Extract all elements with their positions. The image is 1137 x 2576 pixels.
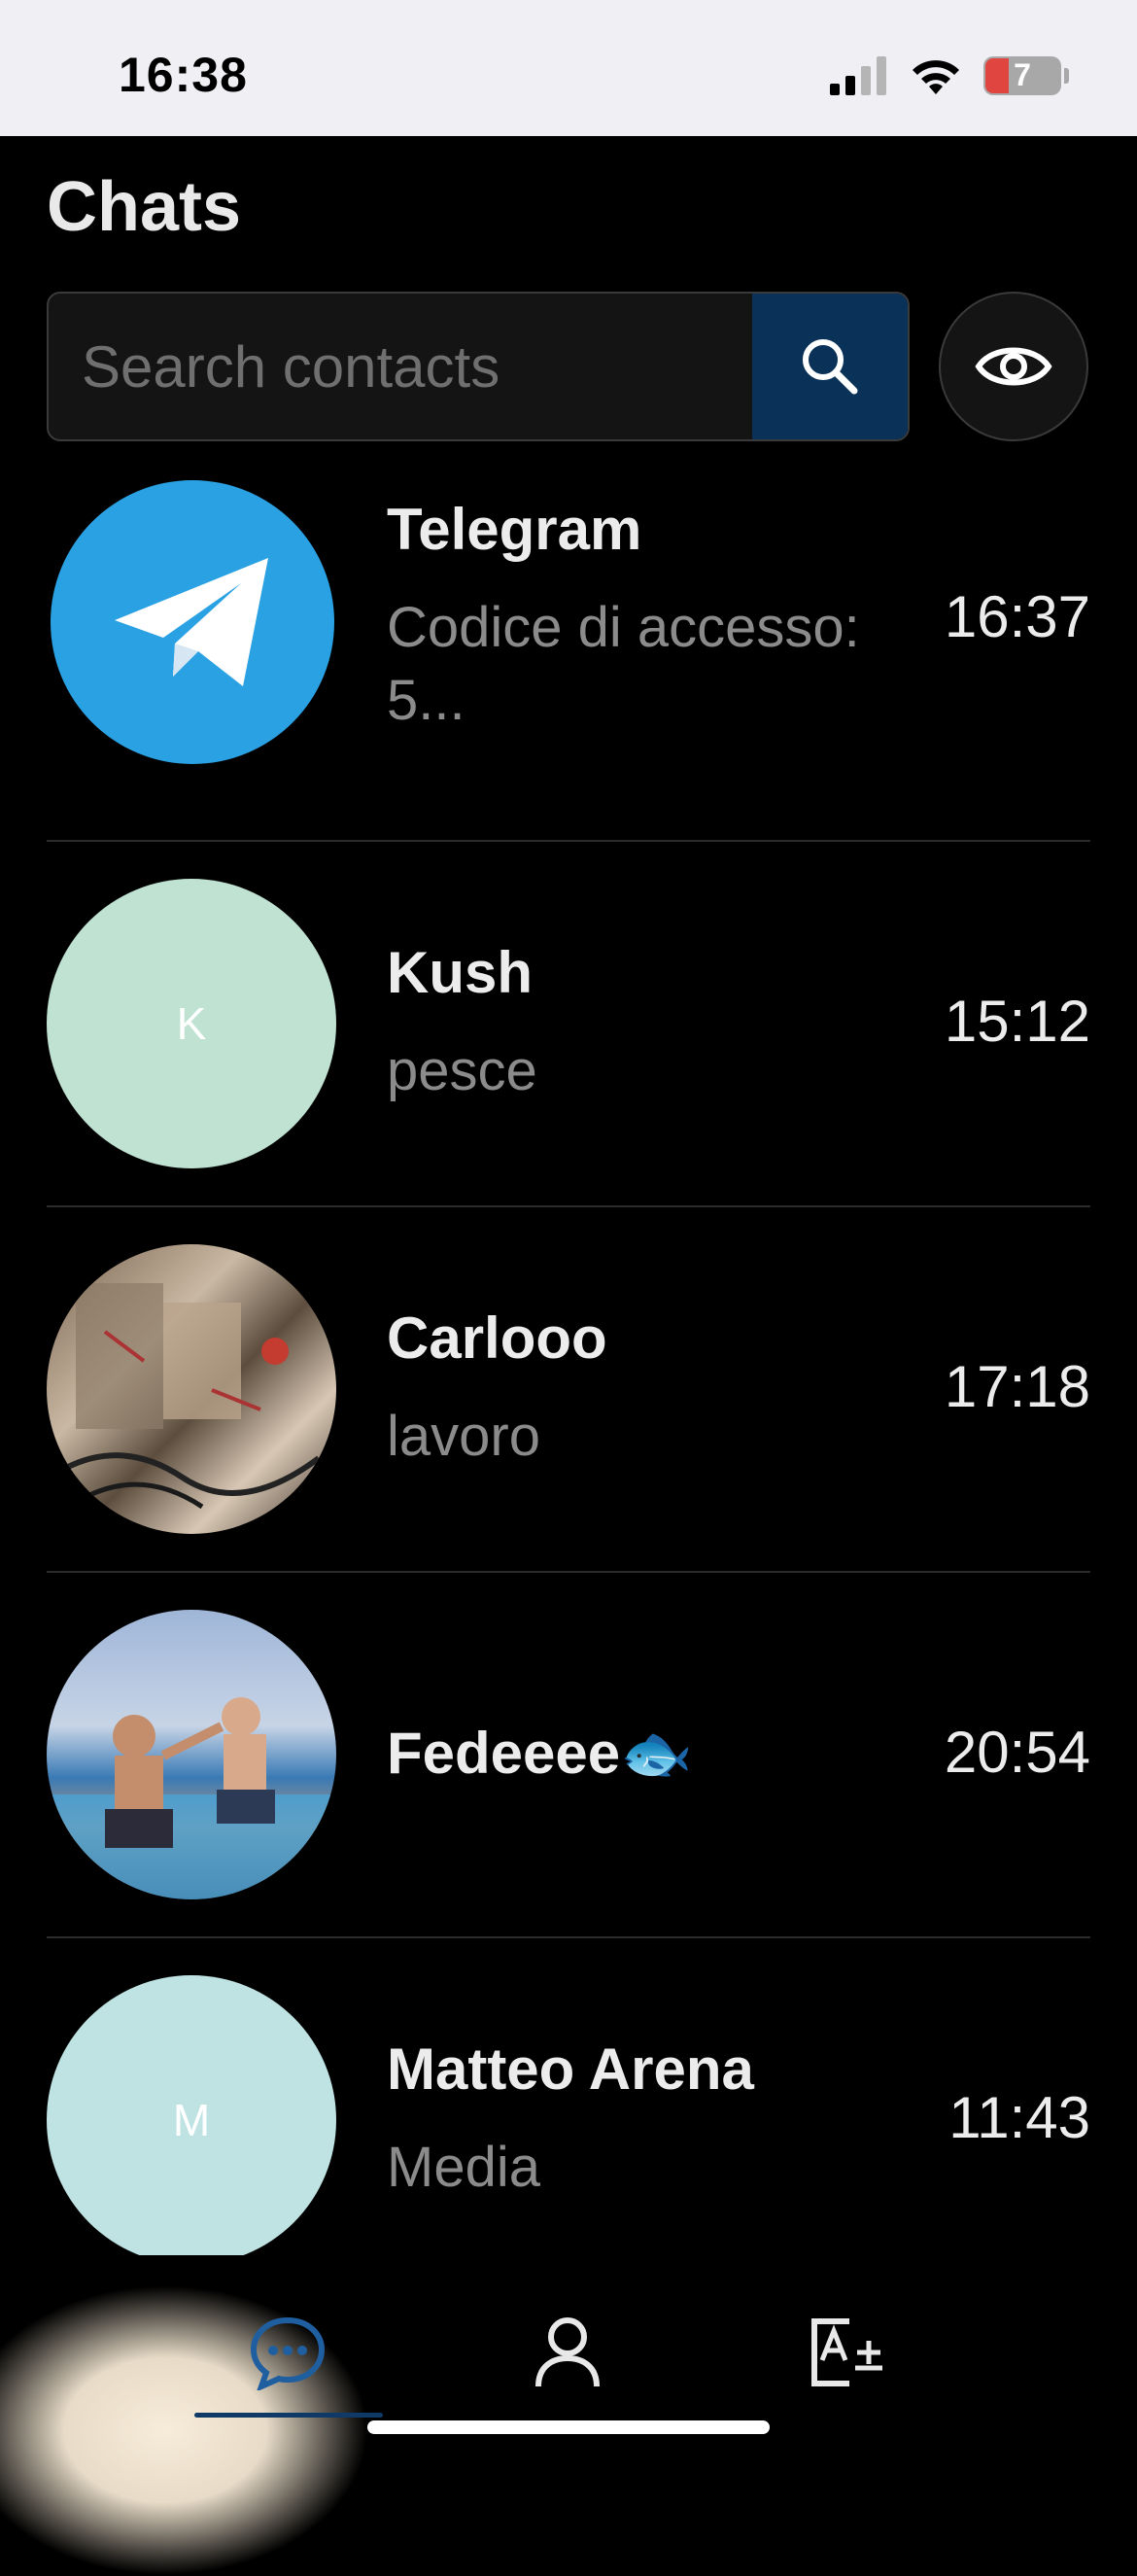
active-tab-indicator — [194, 2413, 383, 2418]
chat-item-telegram[interactable]: Telegram Codice di accesso: 5... 16:37 — [47, 476, 1090, 842]
chat-time: 11:43 — [948, 2085, 1090, 2150]
search-button[interactable] — [752, 294, 908, 439]
visibility-toggle-button[interactable] — [939, 292, 1088, 441]
tab-contacts[interactable] — [509, 2294, 626, 2411]
battery-icon: 7 — [983, 56, 1069, 95]
tab-translate[interactable] — [789, 2294, 906, 2411]
avatar: M — [47, 1975, 336, 2265]
chat-time: 20:54 — [944, 1720, 1090, 1785]
chat-name: Fedeeee🐟 — [387, 1721, 693, 1786]
chat-time: 17:18 — [944, 1354, 1090, 1419]
pool-photo-icon — [47, 1697, 336, 1899]
battery-level: 7 — [1014, 57, 1031, 92]
wifi-icon — [913, 60, 959, 94]
chat-preview: lavoro — [387, 1405, 540, 1468]
avatar-photo — [47, 1244, 336, 1534]
chat-name: Matteo Arena — [387, 2036, 754, 2102]
chat-item-carlooo[interactable]: Carlooo lavoro 17:18 — [47, 1207, 1090, 1573]
search-icon — [803, 339, 858, 395]
avatar-photo — [47, 1610, 336, 1899]
chat-item-matteo-arena[interactable]: M Matteo Arena Media 11:43 — [47, 1938, 1090, 2302]
chat-list: Telegram Codice di accesso: 5... 16:37 K… — [47, 476, 1090, 2302]
chat-name: Telegram — [387, 497, 642, 562]
telegram-logo-icon — [115, 558, 268, 686]
home-indicator[interactable] — [367, 2420, 770, 2434]
chat-preview: Media — [387, 2136, 540, 2199]
status-bar: 16:38 7 — [0, 0, 1137, 136]
translate-icon — [811, 2318, 882, 2386]
chat-preview: Codice di accesso: 5... — [387, 596, 860, 733]
avatar — [51, 480, 334, 764]
eye-icon — [975, 347, 1052, 386]
status-time: 16:38 — [119, 48, 248, 102]
chat-name: Carlooo — [387, 1305, 607, 1371]
chats-icon — [250, 2316, 326, 2390]
chat-name: Kush — [387, 940, 533, 1005]
chat-time: 15:12 — [944, 989, 1090, 1054]
graffiti-photo-icon — [64, 1283, 321, 1510]
contacts-icon — [535, 2317, 600, 2387]
page-title: Chats — [47, 168, 242, 246]
avatar: K — [47, 879, 336, 1168]
avatar-initial: M — [172, 2095, 211, 2145]
chat-time: 16:37 — [944, 584, 1090, 649]
chat-item-kush[interactable]: K Kush pesce 15:12 — [47, 842, 1090, 1207]
signal-icon — [830, 56, 886, 95]
chat-item-fedeeee[interactable]: Fedeeee🐟 20:54 — [47, 1573, 1090, 1938]
avatar-initial: K — [176, 998, 207, 1049]
search-bar — [47, 292, 910, 441]
search-input[interactable] — [49, 294, 754, 439]
status-icons: 7 — [830, 52, 1069, 99]
chat-preview: pesce — [387, 1039, 537, 1102]
tab-chats[interactable] — [229, 2294, 346, 2411]
